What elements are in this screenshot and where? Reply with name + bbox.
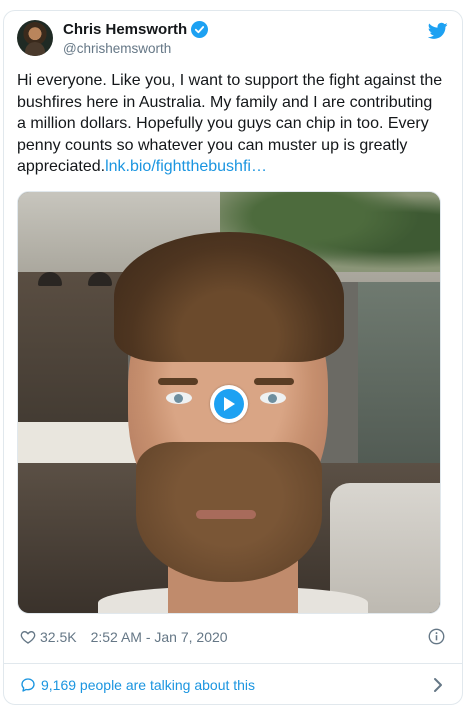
play-button[interactable]	[210, 385, 248, 423]
tweet-text: Hi everyone. Like you, I want to support…	[17, 70, 445, 178]
play-icon	[214, 389, 244, 419]
avatar[interactable]	[17, 20, 53, 56]
video-frame-eye	[166, 392, 192, 404]
twitter-bird-icon[interactable]	[428, 22, 448, 40]
tweet-meta: 32.5K 2:52 AM - Jan 7, 2020	[20, 626, 445, 648]
timestamp[interactable]: 2:52 AM - Jan 7, 2020	[91, 629, 228, 645]
conversation-count-text[interactable]: 9,169 people are talking about this	[41, 677, 255, 693]
video-frame-eye	[260, 392, 286, 404]
video-frame-brow	[254, 378, 294, 385]
heart-icon[interactable]	[20, 629, 36, 645]
name-row: Chris Hemsworth	[63, 21, 209, 38]
video-frame-hair	[114, 232, 344, 362]
chevron-right-icon[interactable]	[431, 677, 445, 693]
tweet-header: Chris Hemsworth @chrishemsworth	[17, 20, 448, 60]
tweet-video[interactable]	[17, 191, 441, 614]
tweet-link[interactable]: lnk.bio/fightthebushfi…	[105, 158, 267, 175]
verified-badge-icon	[191, 21, 209, 38]
divider	[3, 663, 463, 664]
user-handle[interactable]: @chrishemsworth	[63, 41, 171, 56]
display-name[interactable]: Chris Hemsworth	[63, 21, 187, 38]
info-icon[interactable]	[428, 628, 445, 645]
video-frame-brow	[158, 378, 198, 385]
comment-bubble-icon	[21, 678, 35, 692]
conversation-link[interactable]: 9,169 people are talking about this	[20, 674, 445, 696]
video-frame-mouth	[196, 510, 256, 519]
like-count[interactable]: 32.5K	[40, 629, 77, 645]
